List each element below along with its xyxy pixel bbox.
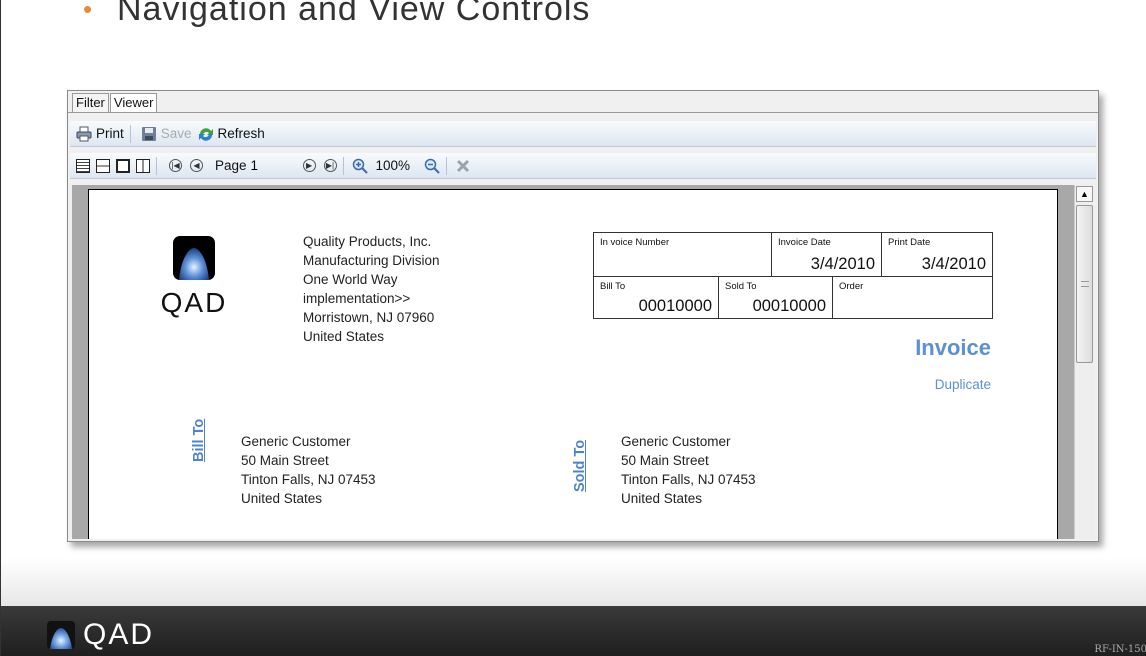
qad-logo: QAD — [149, 236, 239, 319]
vertical-scrollbar[interactable]: ▲ — [1074, 185, 1094, 539]
zoom-in-icon[interactable] — [352, 158, 368, 174]
company-line: One World Way — [303, 272, 398, 287]
address-line: Tinton Falls, NJ 07453 — [621, 472, 756, 487]
next-page-icon[interactable]: ▶ — [302, 159, 316, 172]
address-line: Generic Customer — [241, 434, 351, 449]
sold-to-label: Sold To — [725, 281, 757, 292]
slide-code: RF-IN-150 — [1094, 644, 1146, 655]
last-page-icon[interactable]: ▶| — [323, 159, 337, 172]
invoice-page: QAD Quality Products, Inc. Manufacturing… — [88, 189, 1058, 539]
sold-to-address: Generic Customer 50 Main Street Tinton F… — [621, 432, 756, 508]
slide: • Navigation and View Controls Filter Vi… — [0, 0, 1146, 656]
tab-viewer[interactable]: Viewer — [109, 93, 158, 113]
tab-divider — [68, 112, 1098, 113]
footer-logo-text: QAD — [83, 618, 155, 651]
page-label: Page — [215, 158, 247, 173]
report-viewport[interactable]: QAD Quality Products, Inc. Manufacturing… — [72, 185, 1092, 539]
duplicate-label: Duplicate — [934, 377, 991, 392]
order-cell: Order — [833, 277, 992, 318]
toolbar-separator — [446, 156, 448, 175]
single-page-view-icon[interactable] — [76, 158, 90, 173]
bullet-icon: • — [83, 0, 93, 24]
order-label: Order — [839, 281, 864, 292]
bill-to-label: Bill To — [600, 281, 626, 292]
zoom-out-icon[interactable] — [424, 158, 440, 174]
tab-filter[interactable]: Filter — [72, 93, 109, 113]
address-line: 50 Main Street — [241, 453, 329, 468]
print-date-label: Print Date — [888, 237, 931, 248]
print-label: Print — [96, 126, 124, 141]
slide-title: Navigation and View Controls — [117, 0, 591, 28]
sold-to-value: 00010000 — [752, 297, 826, 315]
zoom-level[interactable]: 100% — [376, 158, 411, 173]
slide-footer: QAD RF-IN-150 — [1, 606, 1146, 656]
bill-to-address: Generic Customer 50 Main Street Tinton F… — [241, 432, 376, 508]
save-button[interactable]: Save — [141, 126, 192, 142]
address-line: United States — [241, 491, 323, 506]
company-line: Morristown, NJ 07960 — [303, 310, 435, 325]
invoice-date-label: Invoice Date — [778, 237, 831, 248]
scroll-grip — [1081, 281, 1089, 287]
printer-icon — [76, 126, 92, 141]
report-viewer-window: Filter Viewer Print Save Refresh |◀ ◀ Pa… — [67, 90, 1099, 542]
invoice-number-cell: In voice Number — [594, 233, 772, 277]
scroll-up-button[interactable]: ▲ — [1076, 186, 1093, 202]
invoice-header-table: In voice Number Invoice Date 3/4/2010 Pr… — [593, 232, 993, 319]
qad-logo-icon — [173, 236, 215, 280]
full-page-view-icon[interactable] — [116, 158, 130, 173]
file-toolbar: Print Save Refresh — [70, 121, 1096, 147]
company-address: Quality Products, Inc. Manufacturing Div… — [303, 232, 440, 346]
continuous-view-icon[interactable] — [96, 158, 110, 173]
print-date-value: 3/4/2010 — [921, 255, 986, 273]
navigation-toolbar: |◀ ◀ Page ▶ ▶| 100% — [70, 153, 1096, 179]
address-line: United States — [621, 491, 703, 506]
invoice-number-label: In voice Number — [600, 237, 670, 248]
footer-logo: QAD — [47, 620, 154, 650]
page-number-input[interactable] — [250, 156, 297, 175]
print-date-cell: Print Date 3/4/2010 — [882, 233, 992, 277]
two-page-view-icon[interactable] — [136, 158, 150, 173]
print-button[interactable]: Print — [76, 126, 124, 142]
close-icon[interactable] — [455, 158, 471, 174]
company-line: implementation>> — [303, 291, 411, 306]
logo-text: QAD — [160, 287, 228, 318]
toolbar-separator — [156, 156, 157, 175]
sold-to-cell: Sold To 00010000 — [719, 277, 833, 318]
scroll-thumb[interactable] — [1076, 205, 1093, 363]
company-line: Quality Products, Inc. — [303, 234, 432, 249]
toolbar-separator — [129, 124, 131, 143]
invoice-date-cell: Invoice Date 3/4/2010 — [772, 233, 882, 277]
bill-to-vertical-label: Bill To — [191, 418, 207, 462]
address-line: 50 Main Street — [621, 453, 709, 468]
save-label: Save — [160, 126, 192, 141]
company-line: United States — [303, 329, 385, 344]
address-line: Tinton Falls, NJ 07453 — [241, 472, 376, 487]
previous-page-icon[interactable]: ◀ — [190, 159, 203, 172]
first-page-icon[interactable]: |◀ — [169, 159, 182, 172]
refresh-icon — [198, 127, 213, 141]
sold-to-vertical-label: Sold To — [572, 439, 588, 492]
bill-to-value: 00010000 — [638, 297, 712, 315]
invoice-title: Invoice — [915, 335, 991, 360]
refresh-button[interactable]: Refresh — [198, 126, 265, 142]
toolbar-separator — [342, 156, 344, 175]
address-line: Generic Customer — [621, 434, 731, 449]
company-line: Manufacturing Division — [303, 253, 440, 268]
save-icon — [141, 126, 156, 141]
invoice-date-value: 3/4/2010 — [810, 255, 875, 273]
tab-strip: Filter Viewer — [72, 93, 158, 113]
bill-to-cell: Bill To 00010000 — [594, 277, 719, 318]
qad-logo-icon — [47, 621, 75, 649]
refresh-label: Refresh — [217, 126, 265, 141]
